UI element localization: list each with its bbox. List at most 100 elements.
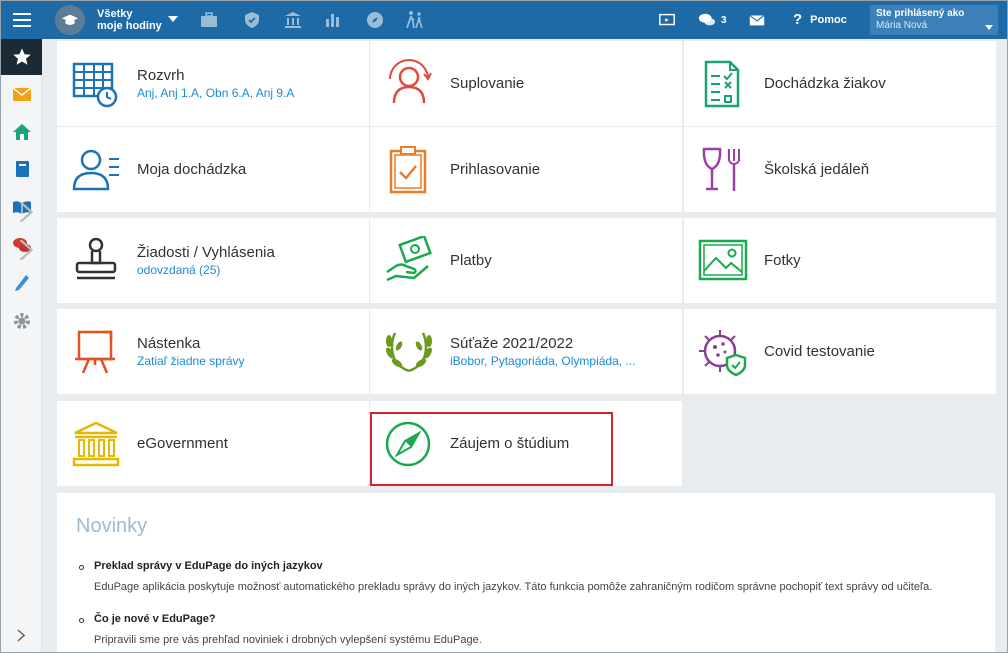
tile-subtitle[interactable]: Anj, Anj 1.A, Obn 6.A, Anj 9.A [137,86,294,100]
tile-student-attendance[interactable]: Dochádzka žiakov [684,41,996,126]
tile-noticeboard[interactable]: Nástenka Zatiaľ žiadne správy [57,309,369,394]
news-item-title[interactable]: Preklad správy v EduPage do iných jazyko… [94,560,323,572]
school-logo[interactable] [55,5,85,35]
timetable-icon [71,59,121,109]
tile-requests[interactable]: Žiadosti / Vyhlásenia odovzdaná (25) [57,218,369,303]
news-item-desc: EduPage aplikácia poskytuje možnosť auto… [94,581,933,593]
tile-subtitle[interactable]: Zatiaľ žiadne správy [137,354,245,368]
covid-icon [698,327,748,377]
sidebar [1,39,42,652]
sidebar-item-discussions[interactable] [1,227,42,263]
tile-title: Školská jedáleň [764,161,870,178]
chevron-down-icon [985,25,993,30]
notebook-icon [15,161,29,177]
user-name: Mária Nová [876,20,928,31]
news-heading: Novinky [76,515,148,537]
bar-chart-icon[interactable] [323,10,343,30]
news-item-desc: Pripravili sme pre vás prehľad noviniek … [94,634,482,646]
tile-substitution[interactable]: Suplovanie [370,41,682,126]
chevron-right-icon [19,202,34,222]
tile-payments[interactable]: Platby [370,218,682,303]
chevron-right-icon [19,240,34,260]
messages-count: 3 [721,14,727,26]
chevron-right-icon [17,629,26,641]
bullet-icon [79,618,84,623]
tile-title: Fotky [764,252,801,269]
graduation-cap-icon [61,14,79,25]
tile-title: eGovernment [137,435,228,452]
class-selector-line1: Všetky [97,8,133,20]
tile-canteen[interactable]: Školská jedáleň [684,127,996,212]
news-panel: Novinky Preklad správy v EduPage do inýc… [57,493,995,652]
tile-subtitle[interactable]: iBobor, Pytagoriáda, Olympiáda, ... [450,354,635,368]
tile-egovernment[interactable]: eGovernment [57,401,369,486]
tile-title: Súťaže 2021/2022 [450,335,574,352]
cast-icon [659,13,675,26]
tile-registration[interactable]: Prihlasovanie [370,127,682,212]
my-attendance-icon [71,145,121,195]
clipboard-check-icon [384,145,434,195]
menu-button[interactable] [1,1,42,39]
tile-title: Moja dochádzka [137,161,247,178]
tile-title: Dochádzka žiakov [764,75,886,92]
question-mark-icon: ? [793,11,803,28]
attendance-list-icon [698,59,748,109]
briefcase-icon[interactable] [199,10,219,30]
tile-title: Žiadosti / Vyhlásenia [137,244,275,261]
tile-title: Suplovanie [450,75,525,92]
laurel-icon [384,327,434,377]
tile-timetable[interactable]: Rozvrh Anj, Anj 1.A, Obn 6.A, Anj 9.A [57,41,369,126]
sidebar-item-grades[interactable] [1,264,42,300]
login-label: Ste prihlásený ako [876,8,965,19]
hamburger-icon [12,13,31,27]
tile-photos[interactable]: Fotky [684,218,996,303]
sidebar-item-home[interactable] [1,114,42,150]
canteen-icon [698,145,748,195]
government-building-icon [71,419,121,469]
tile-subtitle[interactable]: odovzdaná (25) [137,263,275,277]
envelope-icon [749,15,765,26]
tile-title: Prihlasovanie [450,161,541,178]
class-selector-line2: moje hodiny [97,20,162,32]
messages-button[interactable]: 3 [698,11,727,29]
compass-nav-icon[interactable] [365,10,385,30]
app-frame: Všetky moje hodiny 3 ? Pomoc Ste prihlás… [0,0,1008,653]
shield-check-icon[interactable] [242,10,262,30]
selection-highlight [370,412,613,486]
noticeboard-icon [71,327,121,377]
top-bar: Všetky moje hodiny 3 ? Pomoc Ste prihlás… [1,1,1007,39]
tile-empty [684,401,996,486]
sidebar-item-settings[interactable] [1,303,42,339]
home-icon [12,124,31,140]
user-menu[interactable]: Ste prihlásený ako Mária Nová [870,5,998,35]
sidebar-item-messages[interactable] [1,76,42,112]
photo-icon [698,236,748,286]
bullet-icon [79,565,84,570]
chevron-down-icon[interactable] [168,16,178,22]
help-button[interactable]: ? Pomoc [793,11,847,28]
news-item-title[interactable]: Čo je nové v EduPage? [94,613,216,625]
sidebar-item-favorites[interactable] [1,39,42,75]
institution-icon[interactable] [283,10,303,30]
sidebar-item-lessons[interactable] [1,189,42,225]
tile-title: Nástenka [137,335,201,352]
screen-share-button[interactable] [658,11,676,29]
tile-title: Covid testovanie [764,343,875,360]
class-selector[interactable]: Všetky moje hodiny [97,8,162,32]
tile-covid-testing[interactable]: Covid testovanie [684,309,996,394]
sidebar-item-class-book[interactable] [1,151,42,187]
payment-icon [384,234,434,286]
substitution-icon [384,59,434,109]
help-label: Pomoc [810,13,847,26]
pencil-icon [14,275,29,291]
tile-title: Platby [450,252,492,269]
stamp-icon [71,236,121,286]
gear-icon [13,313,30,329]
mail-button[interactable] [748,11,766,29]
walking-people-icon[interactable] [405,10,425,30]
tile-title: Rozvrh [137,67,185,84]
sidebar-expand-button[interactable] [1,623,42,647]
tile-competitions[interactable]: Súťaže 2021/2022 iBobor, Pytagoriáda, Ol… [370,309,682,394]
tile-my-attendance[interactable]: Moja dochádzka [57,127,369,212]
envelope-icon [12,87,31,101]
